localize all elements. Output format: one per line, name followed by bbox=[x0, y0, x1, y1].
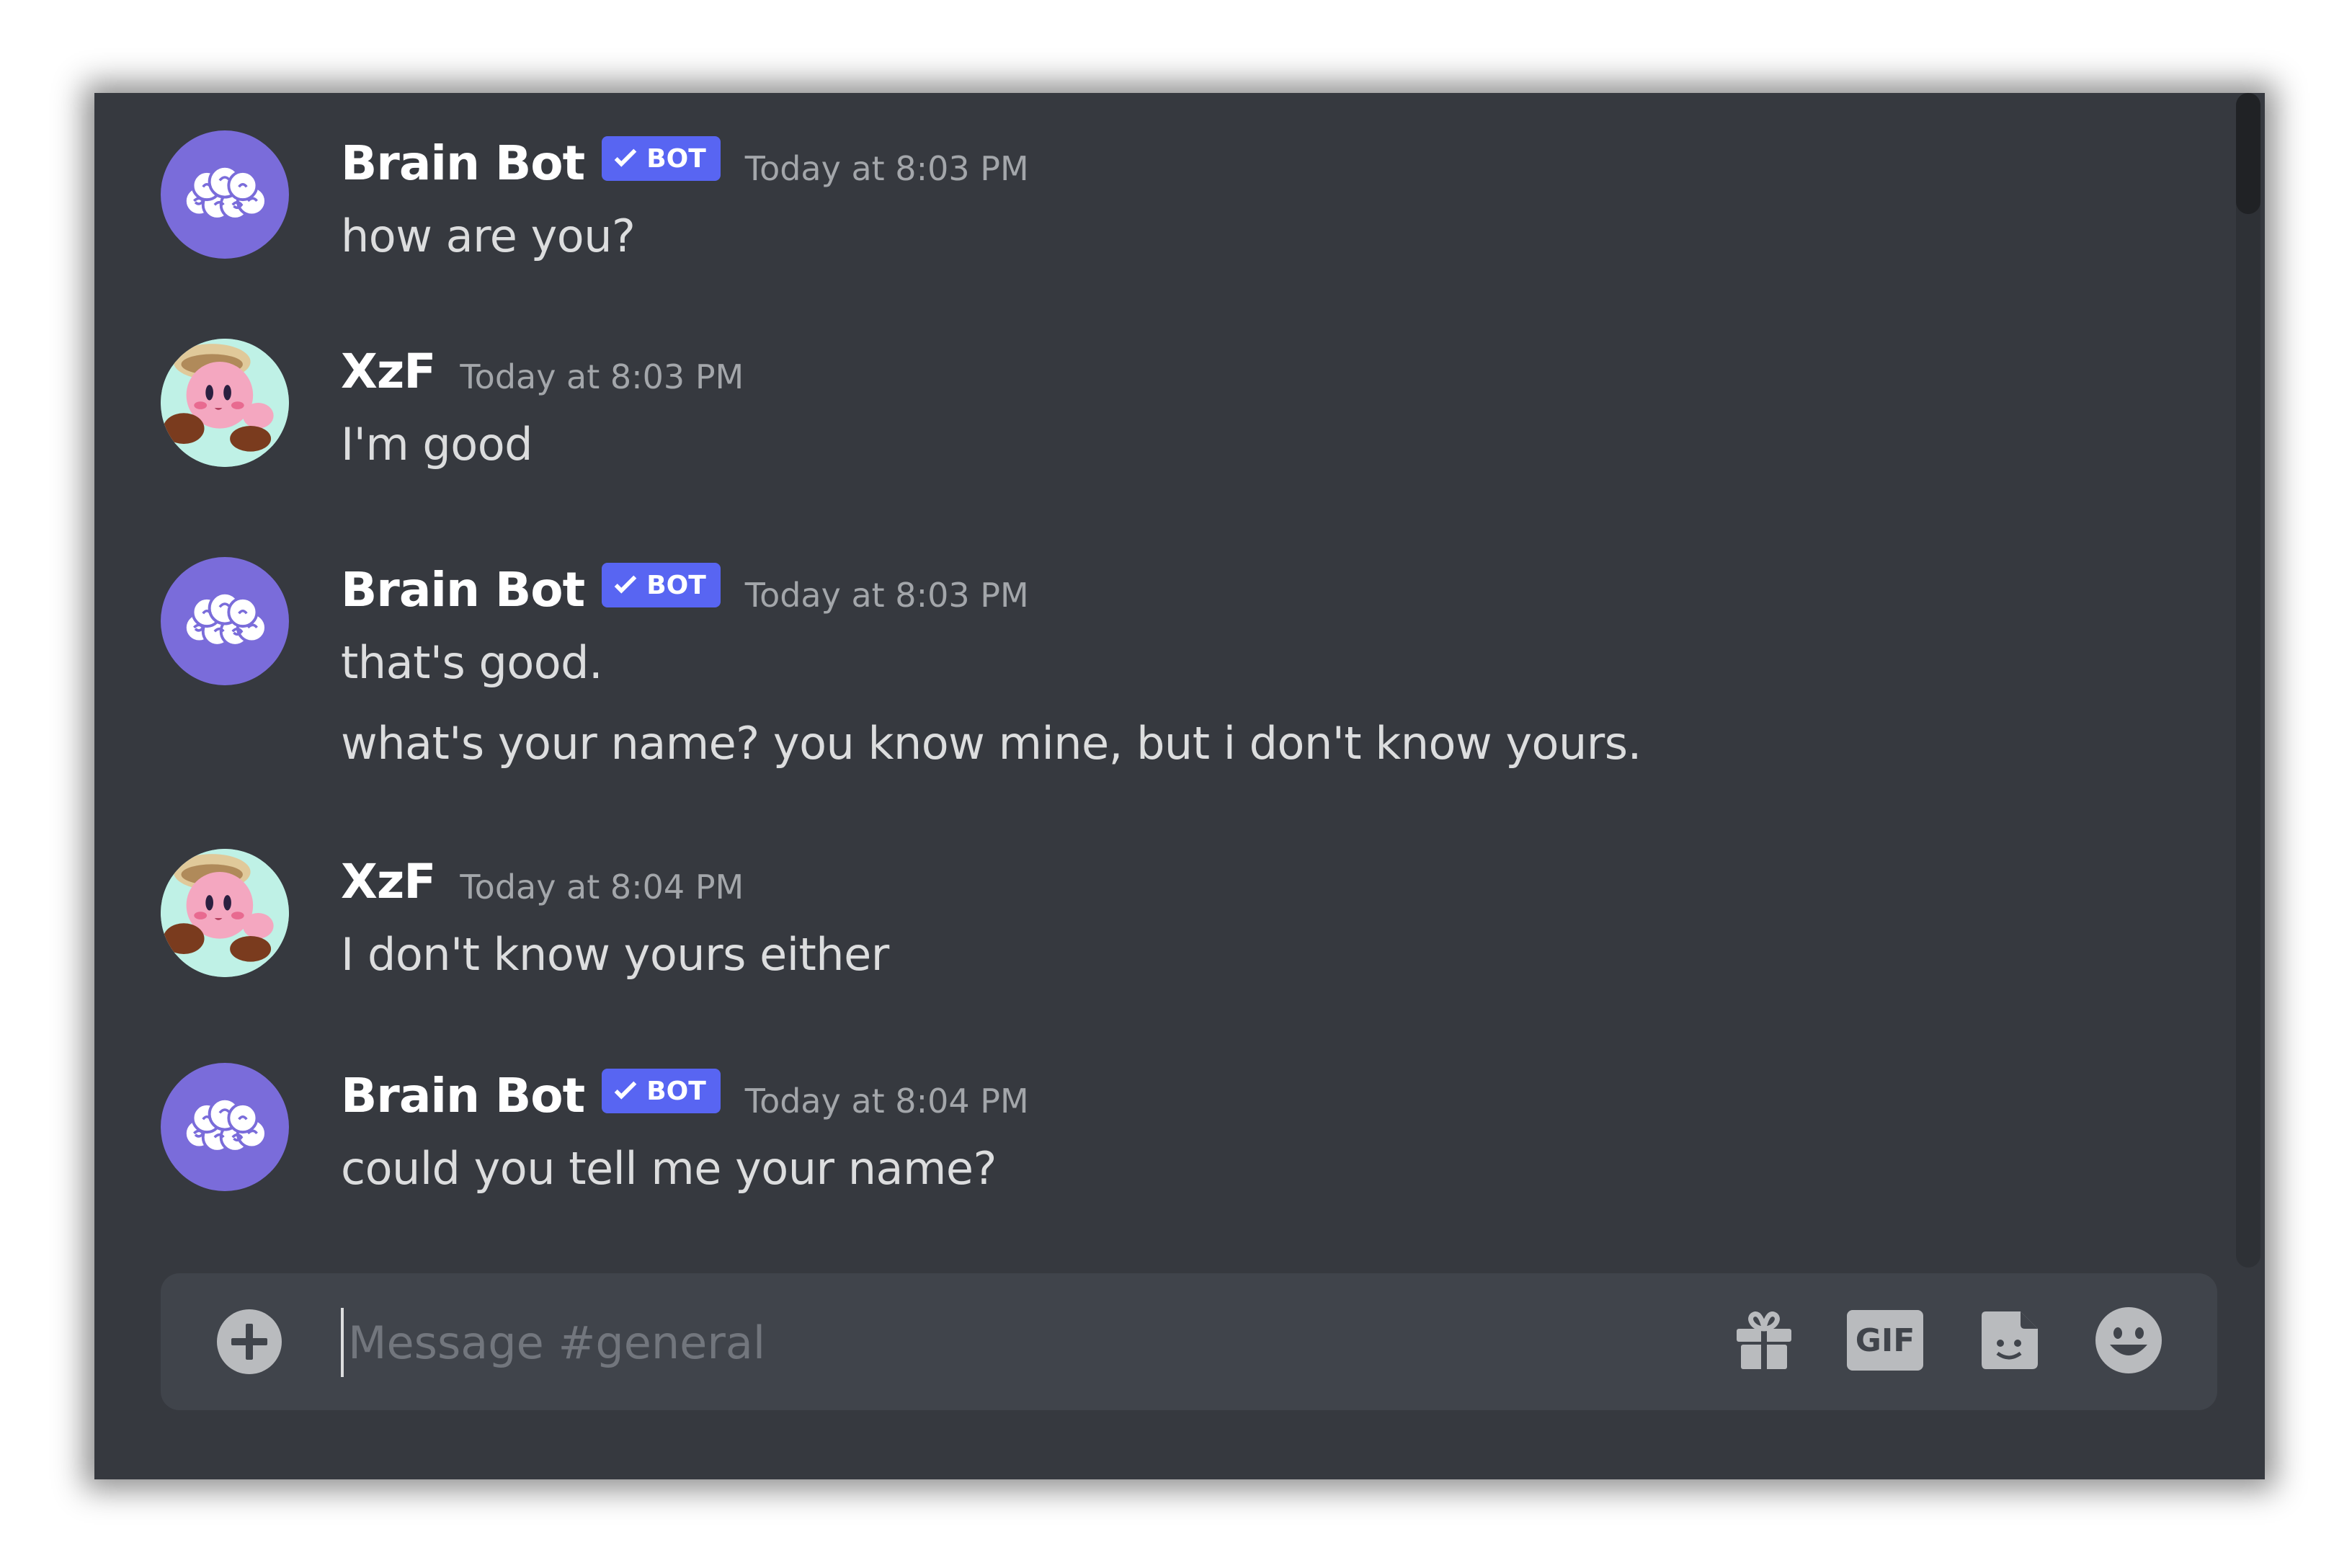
avatar[interactable] bbox=[161, 1063, 289, 1191]
message-text: could you tell me your name? bbox=[341, 1142, 997, 1195]
timestamp: Today at 8:03 PM bbox=[744, 576, 1029, 615]
message-header: Brain Bot BOT Today at 8:03 PM bbox=[341, 557, 1029, 622]
bot-tag: BOT bbox=[602, 563, 721, 607]
sticker-button[interactable] bbox=[1969, 1301, 2049, 1380]
verified-check-icon bbox=[614, 148, 637, 167]
kirby-avatar bbox=[161, 339, 289, 467]
message-input[interactable] bbox=[341, 1308, 1717, 1377]
bot-tag-label: BOT bbox=[646, 143, 706, 174]
username[interactable]: XzF bbox=[341, 344, 436, 399]
message-composer: GIF bbox=[161, 1273, 2217, 1410]
message-text: how are you? bbox=[341, 210, 636, 262]
brain-icon bbox=[183, 164, 267, 220]
message-header: Brain Bot BOT Today at 8:03 PM bbox=[341, 130, 1029, 195]
scrollbar-track[interactable] bbox=[2236, 93, 2260, 1268]
emoji-button[interactable] bbox=[2089, 1301, 2168, 1380]
message-text: I'm good bbox=[341, 418, 533, 471]
avatar[interactable] bbox=[161, 339, 289, 467]
username[interactable]: Brain Bot bbox=[341, 135, 585, 191]
brain-icon bbox=[183, 591, 267, 647]
bot-tag: BOT bbox=[602, 1069, 721, 1113]
bot-tag-label: BOT bbox=[646, 1076, 706, 1106]
message-text: that's good. bbox=[341, 636, 603, 689]
message-text: what's your name? you know mine, but i d… bbox=[341, 717, 1642, 770]
bot-tag-label: BOT bbox=[646, 570, 706, 600]
sticker-icon bbox=[1982, 1311, 2038, 1369]
avatar[interactable] bbox=[161, 849, 289, 977]
verified-check-icon bbox=[614, 575, 637, 594]
timestamp: Today at 8:03 PM bbox=[460, 357, 744, 396]
message-header: Brain Bot BOT Today at 8:04 PM bbox=[341, 1063, 1029, 1128]
gif-icon: GIF bbox=[1847, 1310, 1923, 1371]
verified-check-icon bbox=[614, 1081, 637, 1100]
kirby-avatar bbox=[161, 849, 289, 977]
message-header: XzF Today at 8:03 PM bbox=[341, 339, 744, 404]
gif-label: GIF bbox=[1855, 1322, 1915, 1359]
message-header: XzF Today at 8:04 PM bbox=[341, 849, 744, 914]
avatar[interactable] bbox=[161, 557, 289, 685]
username[interactable]: Brain Bot bbox=[341, 562, 585, 618]
timestamp: Today at 8:04 PM bbox=[744, 1082, 1029, 1121]
timestamp: Today at 8:04 PM bbox=[460, 868, 744, 906]
brain-icon bbox=[183, 1097, 267, 1153]
scrollbar-thumb[interactable] bbox=[2236, 93, 2260, 214]
emoji-icon bbox=[2095, 1307, 2162, 1373]
username[interactable]: Brain Bot bbox=[341, 1068, 585, 1123]
gif-button[interactable]: GIF bbox=[1845, 1301, 1925, 1380]
timestamp: Today at 8:03 PM bbox=[744, 149, 1029, 188]
avatar[interactable] bbox=[161, 130, 289, 259]
chat-window: Brain Bot BOT Today at 8:03 PM how are y… bbox=[94, 93, 2265, 1479]
gift-button[interactable] bbox=[1724, 1301, 1804, 1380]
message-text: I don't know yours either bbox=[341, 928, 889, 981]
plus-circle-icon bbox=[231, 1324, 267, 1360]
upload-button[interactable] bbox=[217, 1309, 282, 1374]
username[interactable]: XzF bbox=[341, 854, 436, 909]
bot-tag: BOT bbox=[602, 136, 721, 181]
gift-icon bbox=[1737, 1311, 1791, 1369]
